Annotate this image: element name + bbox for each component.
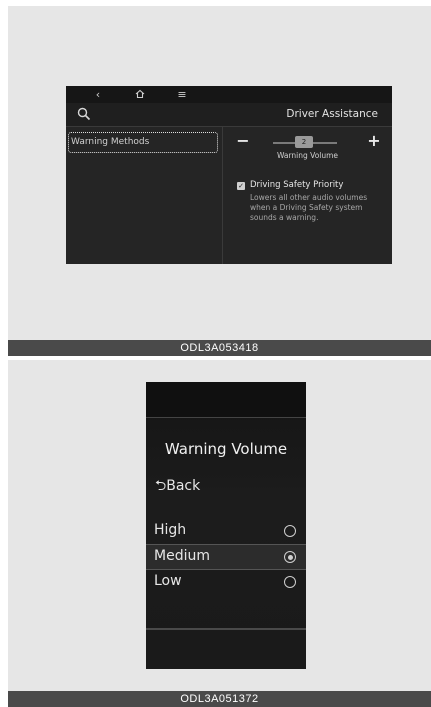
option-label: Medium bbox=[154, 548, 210, 564]
radio-button-selected[interactable] bbox=[284, 551, 296, 563]
option-title[interactable]: Driving Safety Priority bbox=[250, 180, 343, 190]
volume-slider-thumb[interactable]: 2 bbox=[295, 136, 313, 148]
figure-panel-1: ‹ ≡ Driver Assistance Warning Methods − … bbox=[8, 6, 431, 356]
cluster-screen: Warning Volume ⮌Back High Medium Low bbox=[146, 382, 306, 669]
settings-pane: − 2 + Warning Volume ✓ Driving Safety Pr… bbox=[223, 127, 392, 264]
option-high[interactable]: High bbox=[146, 519, 306, 543]
menu-list: Warning Methods bbox=[66, 127, 223, 264]
menu-title: Warning Volume bbox=[164, 440, 288, 458]
menu-icon[interactable]: ≡ bbox=[172, 86, 192, 103]
figure-caption-1: ODL3A053418 bbox=[8, 340, 431, 356]
option-label: Low bbox=[154, 573, 182, 589]
top-nav-bar: ‹ ≡ bbox=[66, 86, 392, 103]
volume-increase-button[interactable]: + bbox=[366, 131, 382, 150]
volume-label: Warning Volume bbox=[276, 151, 339, 160]
option-low[interactable]: Low bbox=[146, 570, 306, 594]
menu-item-warning-methods[interactable]: Warning Methods bbox=[68, 132, 218, 153]
figure-panel-2: Warning Volume ⮌Back High Medium Low ODL… bbox=[8, 360, 431, 707]
divider bbox=[146, 628, 306, 630]
search-icon[interactable] bbox=[76, 106, 92, 122]
home-icon[interactable] bbox=[130, 86, 150, 103]
option-description: Lowers all other audio volumes when a Dr… bbox=[250, 193, 368, 222]
back-button[interactable]: ⮌Back bbox=[155, 475, 200, 499]
option-label: High bbox=[154, 522, 187, 538]
back-icon[interactable]: ‹ bbox=[88, 86, 108, 103]
driving-safety-priority-checkbox[interactable]: ✓ bbox=[237, 182, 245, 190]
option-medium[interactable]: Medium bbox=[146, 544, 306, 570]
radio-button[interactable] bbox=[284, 576, 296, 588]
infotainment-screen: ‹ ≡ Driver Assistance Warning Methods − … bbox=[66, 86, 392, 264]
title-bar: Driver Assistance bbox=[66, 103, 392, 127]
volume-decrease-button[interactable]: − bbox=[235, 131, 251, 150]
radio-button[interactable] bbox=[284, 525, 296, 537]
cluster-top-bar bbox=[146, 382, 306, 418]
page-title: Driver Assistance bbox=[286, 108, 378, 120]
